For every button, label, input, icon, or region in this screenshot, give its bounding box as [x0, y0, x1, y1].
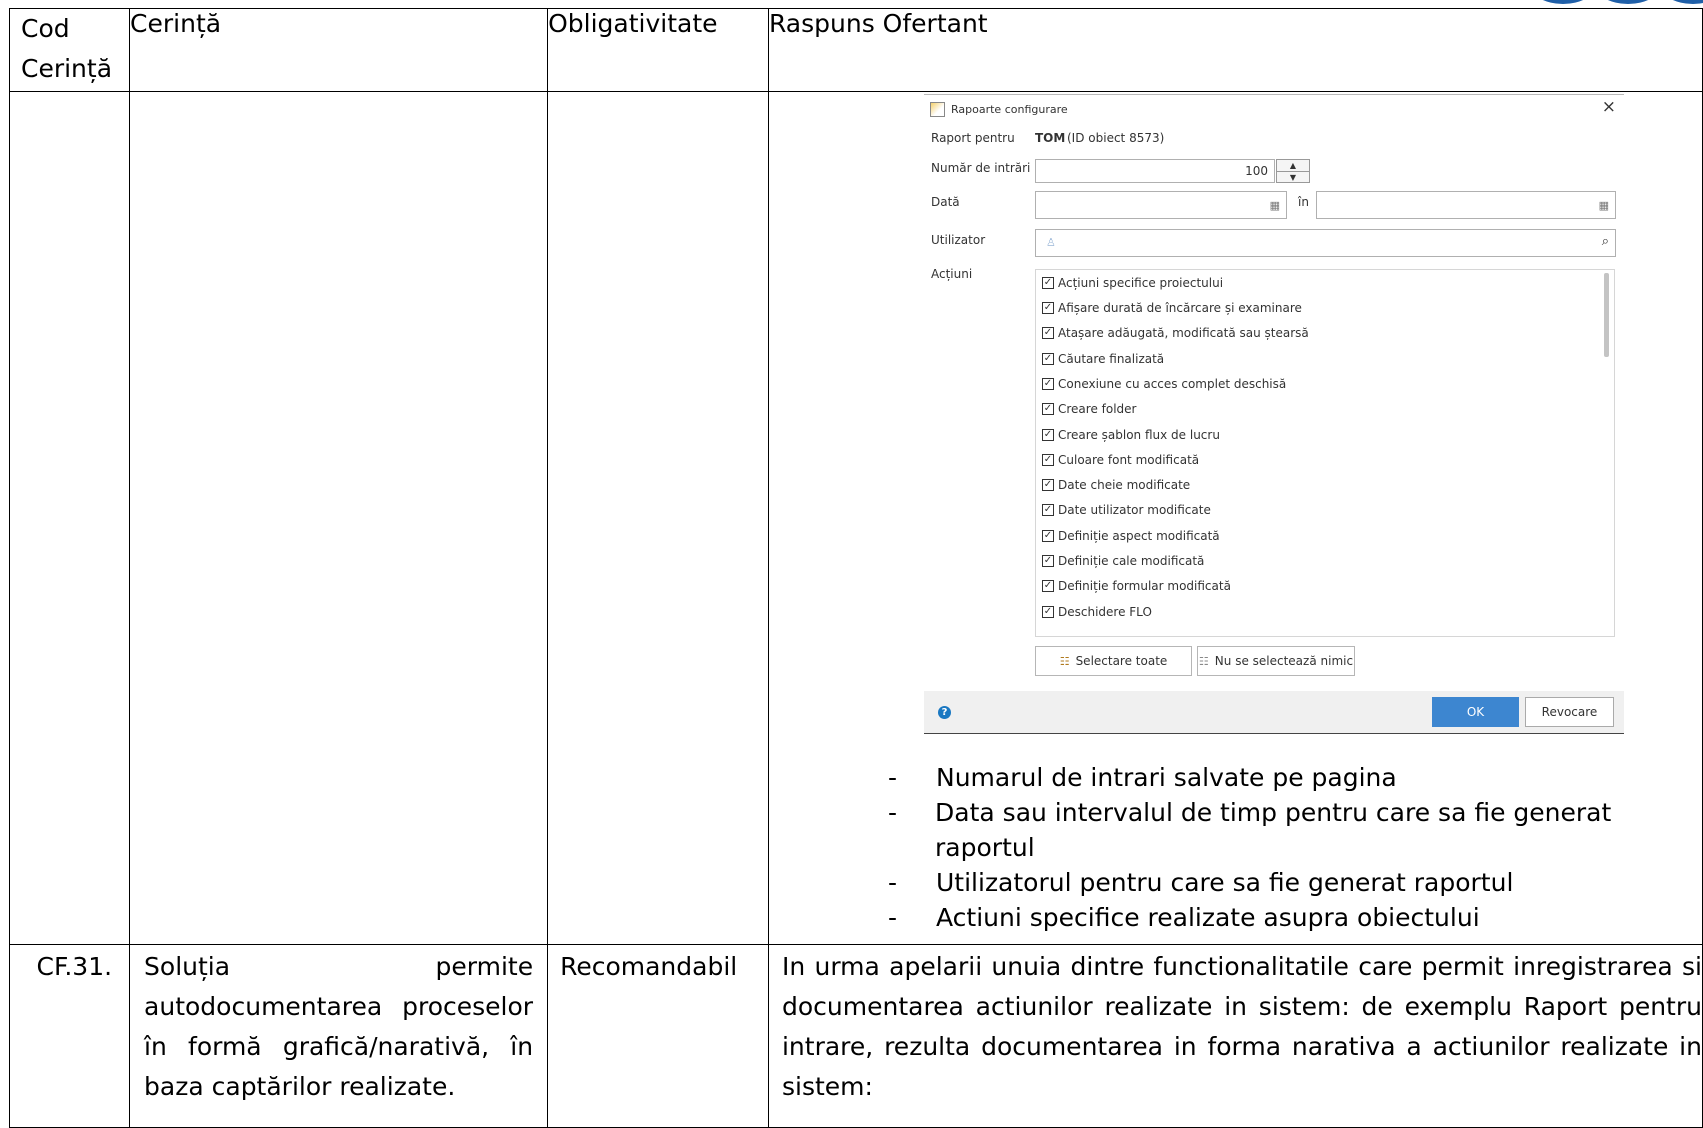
checkbox[interactable]: ✓ — [1042, 479, 1054, 491]
cancel-button[interactable]: Revocare — [1525, 697, 1614, 727]
entries-input[interactable]: 100 — [1035, 159, 1275, 183]
table-header-row: Cod Cerință Cerință Obligativitate Raspu… — [8, 8, 1703, 92]
list-item[interactable]: ✓ Acțiuni specifice proiectului — [1042, 276, 1223, 290]
calendar-icon[interactable]: ▦ — [1270, 199, 1280, 212]
dialog-titlebar: Rapoarte configurare — [930, 101, 1068, 117]
stepper-up-icon[interactable]: ▲ — [1277, 160, 1309, 172]
report-for-id: (ID obiect 8573) — [1067, 131, 1165, 145]
checkbox[interactable]: ✓ — [1042, 555, 1054, 567]
list-item[interactable]: ✓ Definiție cale modificată — [1042, 554, 1204, 568]
cell-code: CF.31. — [8, 944, 131, 1128]
checkbox[interactable]: ✓ — [1042, 403, 1054, 415]
cell-empty — [129, 91, 549, 945]
cell-empty — [8, 91, 131, 945]
entries-value: 100 — [1245, 164, 1268, 178]
date-from-input[interactable]: ▦ — [1035, 191, 1287, 219]
list-item[interactable]: ✓ Deschidere FLO — [1042, 605, 1152, 619]
select-all-icon: ☷ — [1059, 654, 1070, 668]
bullet-list: - Numarul de intrari salvate pe pagina -D… — [888, 760, 1703, 935]
checkbox[interactable]: ✓ — [1042, 580, 1054, 592]
header-cod-cerinta: Cod Cerință — [8, 8, 131, 92]
list-item[interactable]: ✓ Atașare adăugată, modificată sau ștears… — [1042, 326, 1309, 340]
entries-stepper[interactable]: ▲ ▼ — [1276, 159, 1310, 183]
table-row: CF.31. Soluția permite autodocumentarea … — [8, 944, 1703, 1128]
date-to-input[interactable]: ▦ — [1316, 191, 1616, 219]
user-label: Utilizator — [931, 233, 986, 247]
list-item: - Utilizatorul pentru care sa fie generat… — [888, 868, 1514, 897]
actions-label: Acțiuni — [931, 267, 973, 281]
list-item[interactable]: ✓ Definiție aspect modificată — [1042, 529, 1220, 543]
ok-button[interactable]: OK — [1432, 697, 1519, 727]
entries-label: Număr de intrări — [931, 161, 1031, 175]
report-for-label: Raport pentru — [931, 131, 1015, 145]
list-item[interactable]: ✓ Afișare durată de încărcare și examinar… — [1042, 301, 1302, 315]
close-icon[interactable]: × — [1602, 97, 1616, 117]
user-input[interactable]: ♙ ⌕ — [1035, 229, 1616, 257]
logo-fragment — [1542, 0, 1703, 4]
select-none-button[interactable]: ☷ Nu se selectează nimic — [1197, 646, 1355, 676]
requirement-code: CF.31. — [36, 952, 113, 981]
list-item[interactable]: ✓ Creare folder — [1042, 402, 1137, 416]
header-cerinta: Cerință — [129, 8, 549, 92]
report-for-name: TOM — [1035, 131, 1066, 145]
list-item: - Actiuni specifice realizate asupra obie… — [888, 903, 1480, 932]
stepper-down-icon[interactable]: ▼ — [1277, 172, 1309, 183]
dialog-title: Rapoarte configurare — [951, 102, 1068, 116]
list-item: - Data sau intervalul de timp pentru care… — [888, 798, 1612, 862]
checkbox[interactable]: ✓ — [1042, 606, 1054, 618]
response-text: In urma apelarii unuia dintre functional… — [781, 952, 1702, 1101]
select-none-icon: ☷ — [1198, 654, 1209, 668]
user-icon: ♙ — [1046, 236, 1056, 249]
checkbox[interactable]: ✓ — [1042, 378, 1054, 390]
list-item[interactable]: ✓ Creare șablon flux de lucru — [1042, 428, 1220, 442]
requirement-text: Soluția permite autodocumentarea procese… — [129, 944, 549, 1128]
dialog-footer: ? OK Revocare — [924, 691, 1624, 733]
list-item[interactable]: ✓ Căutare finalizată — [1042, 352, 1164, 366]
header-raspuns-ofertant: Raspuns Ofertant — [767, 8, 1703, 92]
list-item[interactable]: ✓ Definiție formular modificată — [1042, 579, 1231, 593]
report-config-dialog: Rapoarte configurare × Raport pentru TOM… — [924, 94, 1624, 734]
list-item: - Numarul de intrari salvate pe pagina — [888, 763, 1397, 792]
actions-list[interactable]: ✓ Acțiuni specifice proiectului ✓ Afișare … — [1035, 269, 1615, 637]
list-item[interactable]: ✓ Conexiune cu acces complet deschisă — [1042, 377, 1286, 391]
date-label: Dată — [931, 195, 960, 209]
checkbox[interactable]: ✓ — [1042, 530, 1054, 542]
checkbox[interactable]: ✓ — [1042, 353, 1054, 365]
obligation-text: Recomandabil — [547, 944, 769, 1128]
select-all-button[interactable]: ☷ Selectare toate — [1035, 646, 1192, 676]
checkbox[interactable]: ✓ — [1042, 277, 1054, 289]
cell-response: In urma apelarii unuia dintre functional… — [767, 944, 1703, 1128]
checkbox[interactable]: ✓ — [1042, 504, 1054, 516]
scrollbar[interactable] — [1604, 273, 1609, 357]
header-obligativitate: Obligativitate — [547, 8, 769, 92]
list-item[interactable]: ✓ Date utilizator modificate — [1042, 503, 1211, 517]
search-icon[interactable]: ⌕ — [1602, 234, 1609, 249]
checkbox[interactable]: ✓ — [1042, 454, 1054, 466]
checkbox[interactable]: ✓ — [1042, 302, 1054, 314]
list-item[interactable]: ✓ Culoare font modificată — [1042, 453, 1199, 467]
calendar-icon[interactable]: ▦ — [1599, 199, 1609, 212]
app-icon — [930, 101, 945, 117]
checkbox[interactable]: ✓ — [1042, 429, 1054, 441]
cell-empty — [547, 91, 769, 945]
checkbox[interactable]: ✓ — [1042, 327, 1054, 339]
date-to-label: în — [1298, 195, 1309, 209]
list-item[interactable]: ✓ Date cheie modificate — [1042, 478, 1190, 492]
help-icon[interactable]: ? — [938, 706, 951, 719]
